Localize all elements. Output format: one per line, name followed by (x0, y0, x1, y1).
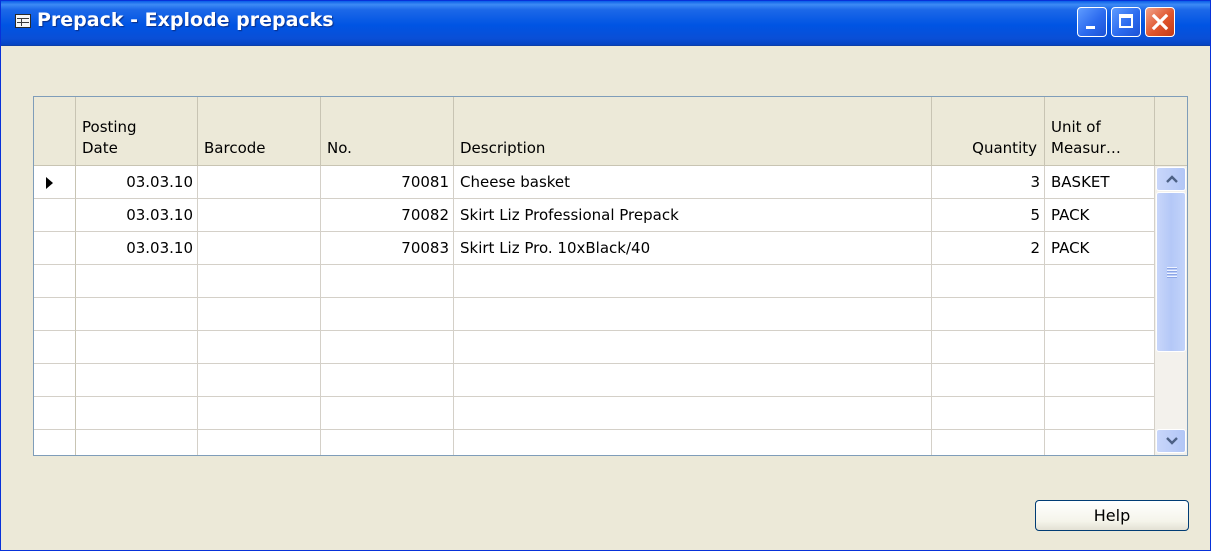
prepack-grid: Posting Date Barcode No. Description Quan… (33, 96, 1188, 456)
row-selector[interactable] (34, 331, 76, 364)
row-selector[interactable] (34, 166, 76, 199)
column-header-barcode[interactable]: Barcode (198, 97, 321, 166)
title-bar[interactable]: Prepack - Explode prepacks (1, 1, 1210, 46)
column-header-label: Quantity (972, 139, 1037, 157)
posting-date-cell[interactable]: 03.03.10 (76, 199, 198, 232)
description-cell[interactable]: Skirt Liz Professional Prepack (454, 199, 932, 232)
column-header-label: Posting (82, 118, 137, 136)
empty-table-row[interactable] (34, 364, 1155, 397)
row-selector[interactable] (34, 364, 76, 397)
item-no-cell[interactable]: 70083 (321, 232, 454, 265)
column-header-label: Description (460, 139, 546, 157)
vertical-scrollbar[interactable] (1155, 166, 1187, 455)
chevron-up-icon (1166, 175, 1178, 183)
description-cell[interactable]: Cheese basket (454, 166, 932, 199)
row-selector-header (34, 97, 76, 166)
chevron-down-icon (1166, 437, 1178, 445)
close-button[interactable] (1145, 7, 1175, 37)
column-header-label: Unit of (1051, 118, 1101, 136)
close-icon (1151, 13, 1169, 31)
column-header-posting-date[interactable]: Posting Date (76, 97, 198, 166)
barcode-cell[interactable] (198, 232, 321, 265)
unit-of-measure-cell[interactable]: PACK (1045, 199, 1155, 232)
scrollbar-header-spacer (1155, 97, 1187, 166)
column-header-label: Measur… (1051, 139, 1121, 157)
minimize-button[interactable] (1077, 7, 1107, 37)
table-row[interactable]: 03.03.10 70081 Cheese basket 3 BASKET (34, 166, 1155, 199)
description-cell[interactable]: Skirt Liz Pro. 10xBlack/40 (454, 232, 932, 265)
column-header-no[interactable]: No. (321, 97, 454, 166)
help-button[interactable]: Help (1035, 500, 1189, 531)
quantity-cell[interactable]: 5 (932, 199, 1045, 232)
quantity-cell[interactable]: 2 (932, 232, 1045, 265)
posting-date-cell[interactable]: 03.03.10 (76, 232, 198, 265)
row-selector[interactable] (34, 199, 76, 232)
table-row[interactable]: 03.03.10 70083 Skirt Liz Pro. 10xBlack/4… (34, 232, 1155, 265)
current-row-pointer-icon (46, 177, 53, 189)
row-selector[interactable] (34, 298, 76, 331)
table-row[interactable]: 03.03.10 70082 Skirt Liz Professional Pr… (34, 199, 1155, 232)
unit-of-measure-cell[interactable]: BASKET (1045, 166, 1155, 199)
column-header-quantity[interactable]: Quantity (932, 97, 1045, 166)
empty-table-row[interactable] (34, 331, 1155, 364)
column-header-label: Date (82, 139, 118, 157)
unit-of-measure-cell[interactable]: PACK (1045, 232, 1155, 265)
column-header-description[interactable]: Description (454, 97, 932, 166)
column-header-unit-of-measure[interactable]: Unit of Measur… (1045, 97, 1155, 166)
empty-table-row[interactable] (34, 298, 1155, 331)
minimize-icon (1086, 26, 1095, 29)
prepack-window: Prepack - Explode prepacks Posting Date B… (0, 0, 1211, 551)
scrollbar-thumb[interactable] (1156, 192, 1186, 352)
column-header-label: Barcode (204, 139, 266, 157)
window-title: Prepack - Explode prepacks (37, 9, 334, 31)
row-selector[interactable] (34, 430, 76, 455)
empty-table-row[interactable] (34, 265, 1155, 298)
scroll-up-button[interactable] (1156, 167, 1186, 191)
quantity-cell[interactable]: 3 (932, 166, 1045, 199)
empty-table-row[interactable] (34, 430, 1155, 455)
barcode-cell[interactable] (198, 166, 321, 199)
barcode-cell[interactable] (198, 199, 321, 232)
item-no-cell[interactable]: 70081 (321, 166, 454, 199)
row-selector[interactable] (34, 265, 76, 298)
maximize-button[interactable] (1111, 7, 1141, 37)
posting-date-cell[interactable]: 03.03.10 (76, 166, 198, 199)
maximize-icon (1119, 14, 1133, 28)
empty-table-row[interactable] (34, 397, 1155, 430)
row-selector[interactable] (34, 232, 76, 265)
form-icon (15, 14, 31, 28)
item-no-cell[interactable]: 70082 (321, 199, 454, 232)
scroll-down-button[interactable] (1156, 429, 1186, 453)
column-header-label: No. (327, 139, 352, 157)
row-selector[interactable] (34, 397, 76, 430)
